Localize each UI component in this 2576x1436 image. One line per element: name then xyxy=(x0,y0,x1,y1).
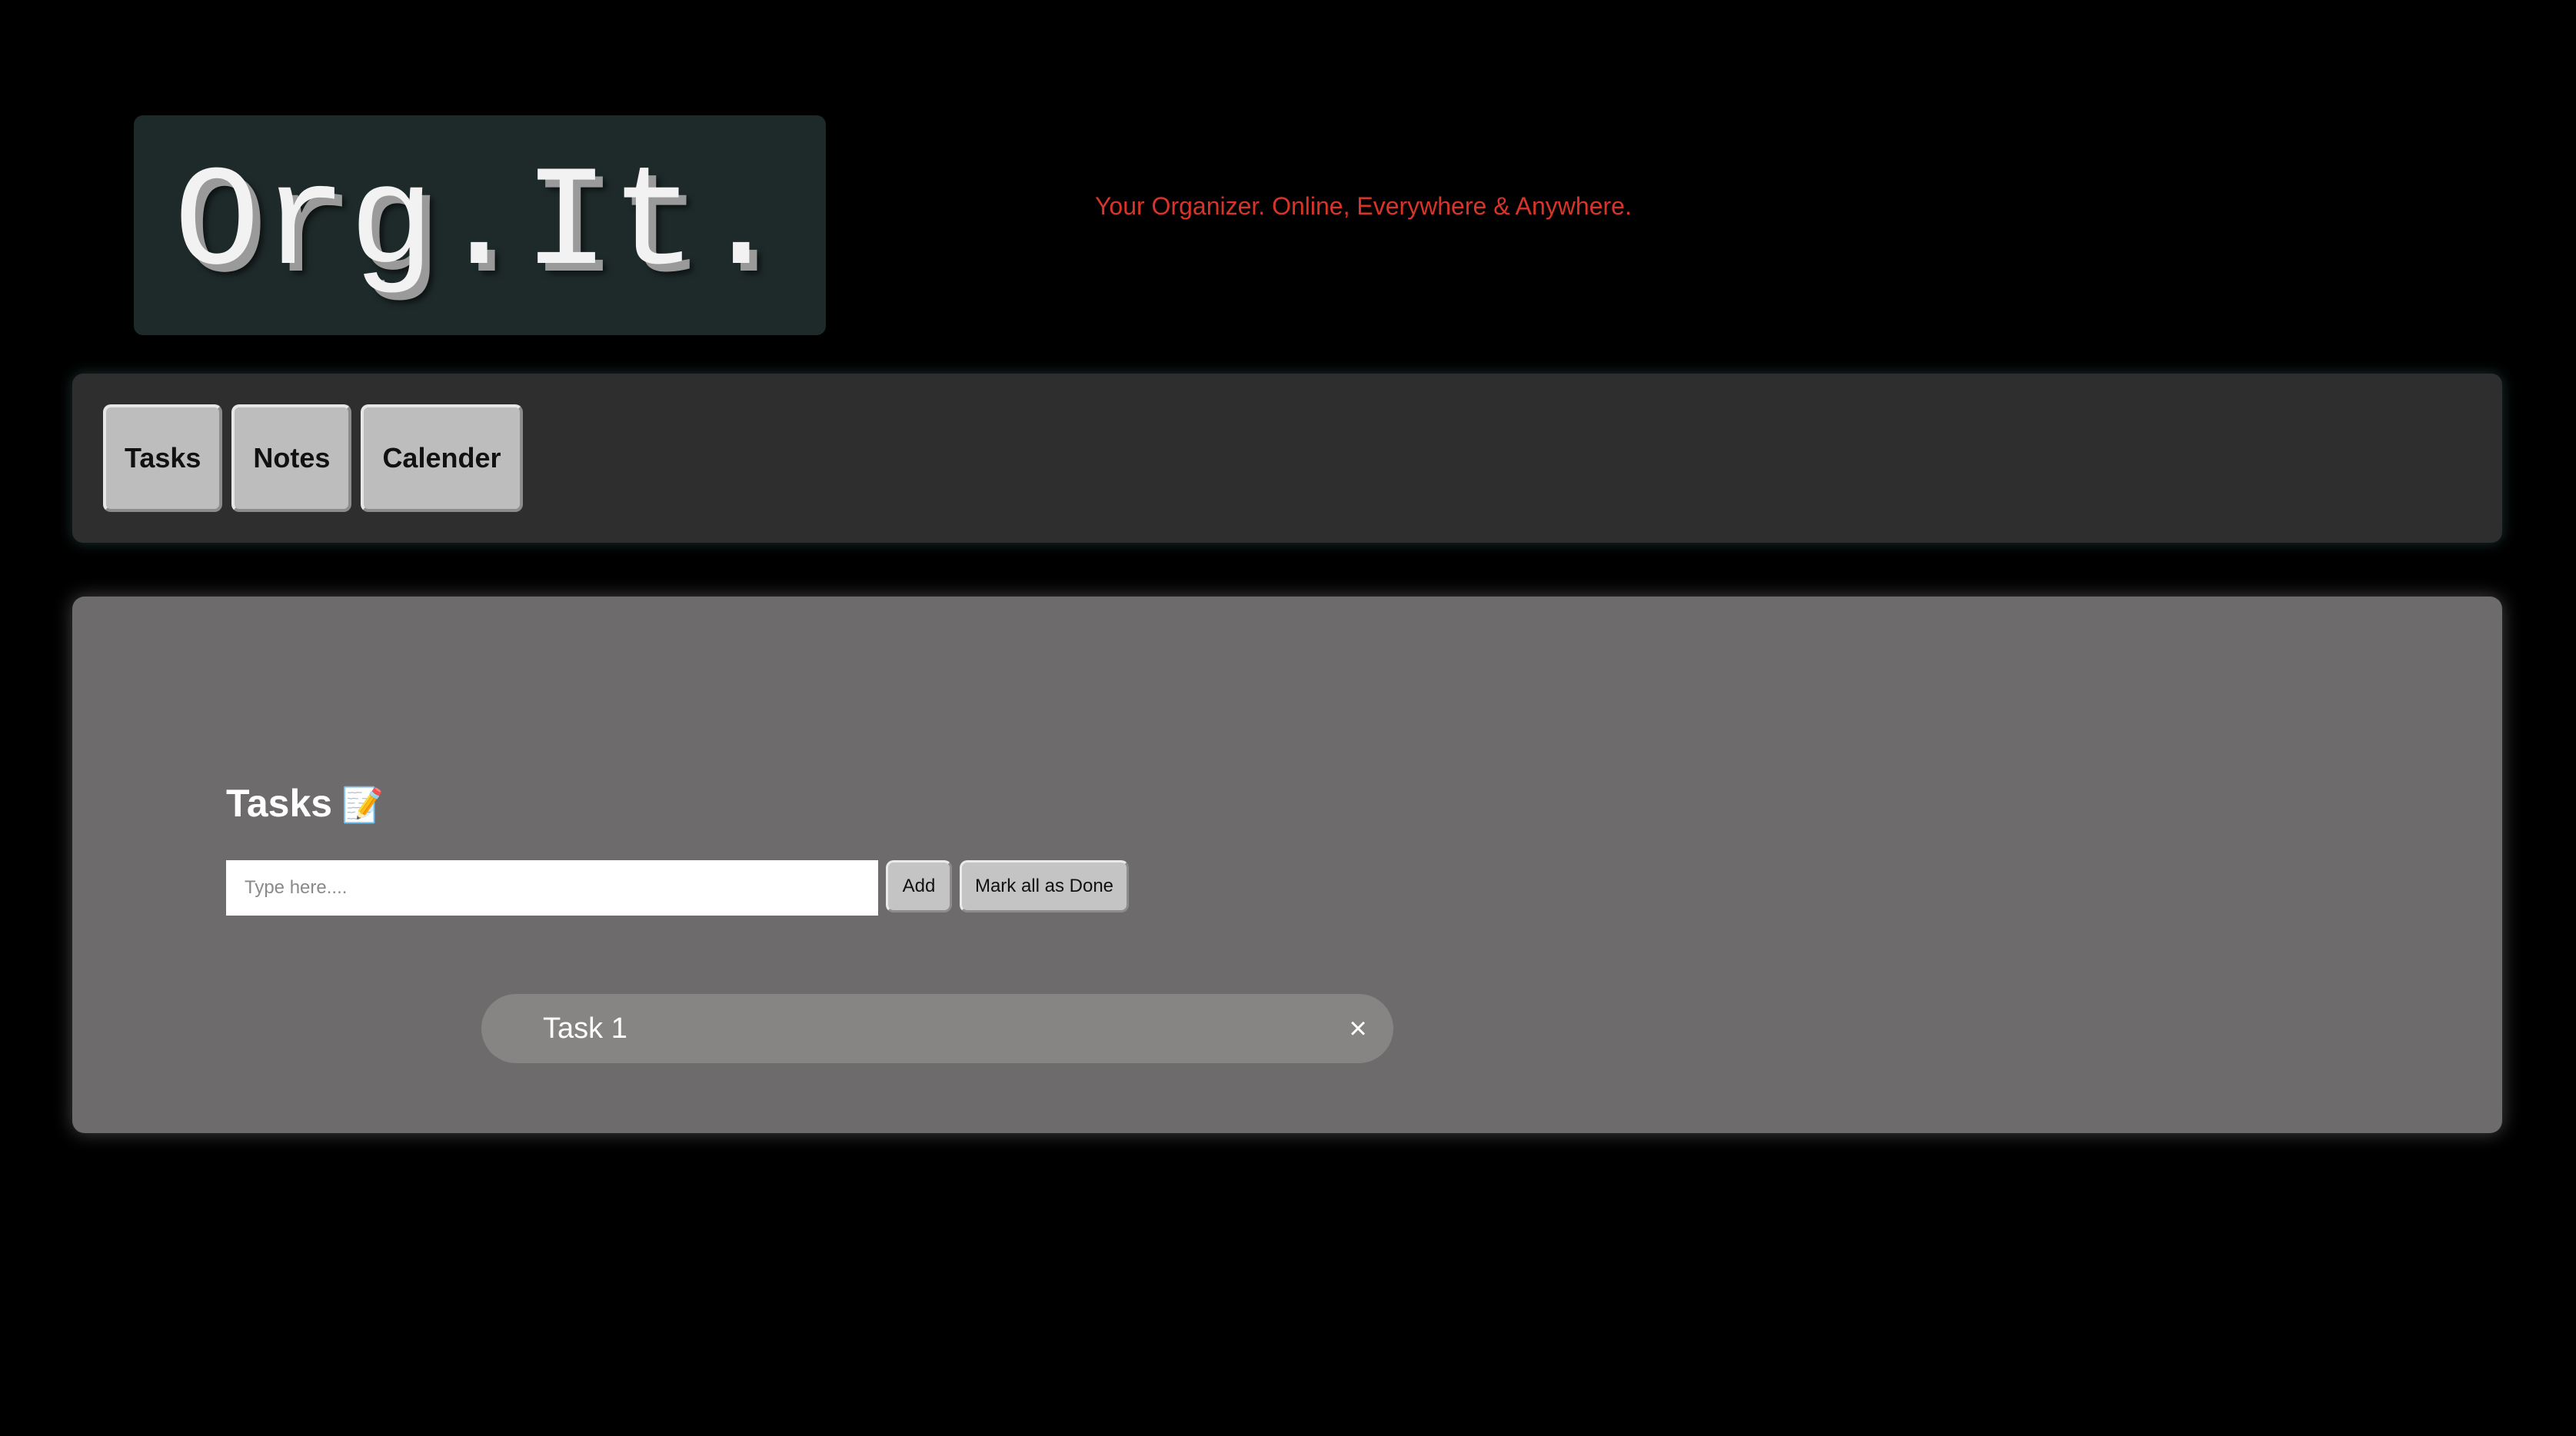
header: Org.It. Your Organizer. Online, Everywhe… xyxy=(0,0,2576,361)
task-input[interactable] xyxy=(226,860,878,916)
memo-icon: 📝 xyxy=(341,786,384,824)
mark-all-done-button[interactable]: Mark all as Done xyxy=(960,860,1129,912)
logo-text: Org.It. xyxy=(174,144,786,306)
nav-tasks-button[interactable]: Tasks xyxy=(103,404,223,512)
nav-bar: Tasks Notes Calender xyxy=(72,374,2502,543)
add-button[interactable]: Add xyxy=(886,860,952,912)
tasks-heading: Tasks 📝 xyxy=(226,781,384,826)
logo: Org.It. xyxy=(134,115,826,335)
tagline: Your Organizer. Online, Everywhere & Any… xyxy=(1095,192,1632,220)
task-list-item[interactable]: Task 1 × xyxy=(481,994,1393,1063)
nav-calender-button[interactable]: Calender xyxy=(361,404,523,512)
nav-notes-button[interactable]: Notes xyxy=(231,404,352,512)
tasks-heading-label: Tasks xyxy=(226,782,333,825)
tasks-panel: Tasks📝 Add Mark all as Done Task 1 × xyxy=(72,597,2502,1133)
task-item-label: Task 1 xyxy=(543,1012,627,1045)
close-icon[interactable]: × xyxy=(1343,994,1373,1063)
